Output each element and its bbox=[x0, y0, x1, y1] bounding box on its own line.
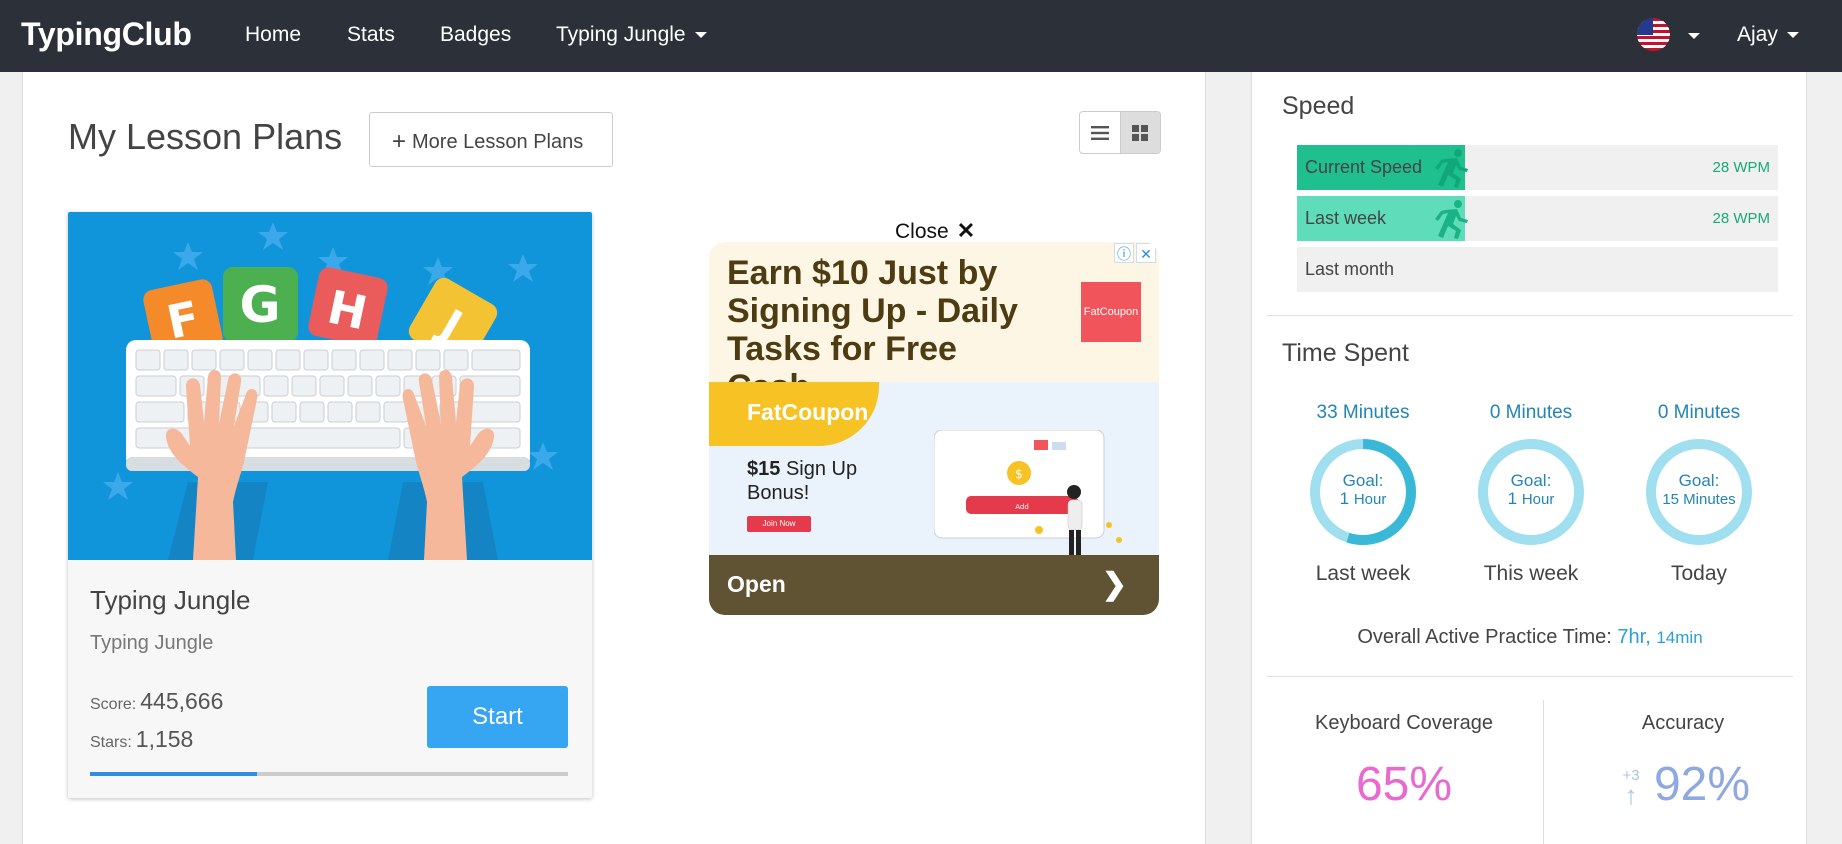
lesson-cover-illustration: F G H J bbox=[68, 212, 592, 560]
speed-row-last-month: Last month bbox=[1297, 247, 1778, 292]
overall-practice-time: Overall Active Practice Time: 7hr, 14min bbox=[1252, 626, 1808, 649]
view-toggle bbox=[1079, 111, 1161, 154]
divider bbox=[1267, 315, 1793, 316]
grid-view-icon[interactable] bbox=[1119, 112, 1160, 153]
overall-minutes: 14min bbox=[1656, 628, 1703, 647]
nav-home[interactable]: Home bbox=[245, 23, 301, 47]
goal-ring: Goal: 15 Minutes bbox=[1643, 436, 1755, 548]
nav-typing-jungle-label: Typing Jungle bbox=[556, 23, 686, 46]
time-col-today: 0 Minutes Goal: 15 Minutes Today bbox=[1629, 402, 1769, 586]
speed-wpm-current: 28 WPM bbox=[1712, 159, 1770, 176]
ad-join-now-button[interactable]: Join Now bbox=[747, 516, 811, 532]
accuracy-delta: +3 ↑ bbox=[1616, 767, 1646, 810]
more-lesson-plans-label: More Lesson Plans bbox=[412, 131, 584, 153]
nav-typing-jungle-dropdown[interactable]: Typing Jungle bbox=[556, 23, 707, 47]
ad-bonus-text: $15 Sign Up Bonus! bbox=[747, 457, 887, 505]
time-col-last-week: 33 Minutes Goal: 1 Hour Last week bbox=[1293, 402, 1433, 586]
key-letter-g: G bbox=[239, 276, 280, 334]
overall-hours: 7hr, bbox=[1617, 626, 1651, 648]
lesson-title: Typing Jungle bbox=[90, 585, 251, 615]
nav-stats[interactable]: Stats bbox=[347, 23, 395, 47]
speed-row-last-week: Last week 28 WPM bbox=[1297, 196, 1778, 241]
stars-label: Stars: bbox=[90, 734, 132, 751]
overall-label: Overall Active Practice Time: bbox=[1357, 626, 1612, 648]
more-lesson-plans-button[interactable]: + More Lesson Plans bbox=[369, 112, 613, 167]
ad-add-label: Add bbox=[1015, 503, 1029, 511]
speed-label-last-week: Last week bbox=[1305, 208, 1387, 228]
ad-bonus-amount: $15 bbox=[747, 458, 781, 480]
time-col-this-week: 0 Minutes Goal: 1 Hour This week bbox=[1461, 402, 1601, 586]
score-value: 445,666 bbox=[140, 688, 224, 714]
time-minutes: 0 Minutes bbox=[1657, 402, 1741, 423]
time-spent-title: Time Spent bbox=[1282, 339, 1409, 367]
score-label: Score: bbox=[90, 696, 137, 713]
ad-dismiss-icon[interactable]: ✕ bbox=[1136, 243, 1156, 263]
lesson-card-typing-jungle[interactable]: F G H J Typing Jungle Typing Jungle Scor… bbox=[68, 212, 592, 798]
ad-choices[interactable]: ⓘ ✕ bbox=[1114, 243, 1156, 263]
speed-wpm-last-week: 28 WPM bbox=[1712, 210, 1770, 227]
time-minutes: 33 Minutes bbox=[1316, 402, 1410, 423]
user-menu[interactable]: Ajay bbox=[1737, 23, 1799, 47]
chevron-right-icon: ❯ bbox=[1101, 568, 1127, 601]
goal-ring: Goal: 1 Hour bbox=[1307, 436, 1419, 548]
ad-logo: FatCoupon bbox=[1081, 282, 1141, 342]
speed-label-current: Current Speed bbox=[1305, 157, 1423, 177]
time-period: This week bbox=[1483, 562, 1579, 585]
keyboard-coverage: Keyboard Coverage 65% bbox=[1265, 712, 1543, 812]
us-flag-icon[interactable] bbox=[1637, 18, 1670, 51]
runner-icon bbox=[1435, 200, 1469, 239]
stats-panel: Speed Current Speed 28 WPM Last week 28 … bbox=[1251, 72, 1807, 844]
top-navbar: TypingClub Home Stats Badges Typing Jung… bbox=[0, 0, 1842, 72]
chevron-down-icon bbox=[1786, 32, 1799, 38]
info-icon[interactable]: ⓘ bbox=[1114, 243, 1134, 263]
plus-icon: + bbox=[392, 128, 407, 155]
coverage-label: Keyboard Coverage bbox=[1315, 712, 1493, 734]
runner-icon bbox=[1435, 149, 1469, 188]
accuracy-label: Accuracy bbox=[1641, 712, 1725, 734]
accuracy: Accuracy 92% bbox=[1544, 712, 1822, 812]
lesson-subtitle: Typing Jungle bbox=[90, 632, 214, 654]
nav-badges[interactable]: Badges bbox=[440, 23, 511, 47]
advertisement[interactable]: Earn $10 Just by Signing Up - Daily Task… bbox=[709, 242, 1159, 615]
divider bbox=[1267, 676, 1793, 677]
brand-logo[interactable]: TypingClub bbox=[21, 16, 192, 53]
time-period: Last week bbox=[1315, 562, 1411, 585]
time-minutes: 0 Minutes bbox=[1489, 402, 1573, 423]
ad-open-label: Open bbox=[727, 571, 786, 597]
goal-text: Goal: 1 Hour bbox=[1339, 471, 1387, 509]
user-name: Ajay bbox=[1737, 23, 1778, 46]
lesson-progress-fill bbox=[90, 772, 258, 776]
speed-row-current: Current Speed 28 WPM bbox=[1297, 145, 1778, 190]
chevron-down-icon bbox=[694, 32, 707, 38]
goal-ring: Goal: 1 Hour bbox=[1475, 436, 1587, 548]
ad-open-button[interactable]: Open ❯ bbox=[709, 555, 1159, 615]
close-icon: ✕ bbox=[956, 218, 976, 243]
ad-close-button[interactable]: Close ✕ bbox=[895, 218, 975, 244]
lesson-progress-bar bbox=[90, 772, 568, 776]
ad-promo-area: FatCoupon $15 Sign Up Bonus! Join Now $ … bbox=[709, 382, 1159, 555]
accuracy-value: 92% bbox=[1653, 758, 1751, 811]
ad-brand-banner: FatCoupon bbox=[709, 382, 879, 446]
svg-text:$: $ bbox=[1015, 467, 1023, 481]
score-line: Score: 445,666 bbox=[90, 688, 223, 715]
list-view-icon[interactable] bbox=[1080, 112, 1120, 153]
stars-value: 1,158 bbox=[135, 726, 194, 752]
speed-title: Speed bbox=[1282, 92, 1355, 120]
time-period: Today bbox=[1670, 562, 1728, 585]
goal-text: Goal: 1 Hour bbox=[1507, 471, 1555, 509]
goal-text: Goal: 15 Minutes bbox=[1662, 471, 1736, 509]
ad-close-label: Close bbox=[895, 220, 949, 243]
speed-label-last-month: Last month bbox=[1305, 259, 1395, 279]
ad-illustration: $ Add bbox=[934, 430, 1122, 555]
arrow-up-icon: ↑ bbox=[1624, 780, 1638, 810]
page-title: My Lesson Plans bbox=[68, 116, 343, 157]
language-chevron-down-icon[interactable] bbox=[1688, 33, 1700, 39]
coverage-value: 65% bbox=[1355, 758, 1453, 811]
start-button[interactable]: Start bbox=[427, 686, 568, 748]
stars-line: Stars: 1,158 bbox=[90, 726, 193, 753]
